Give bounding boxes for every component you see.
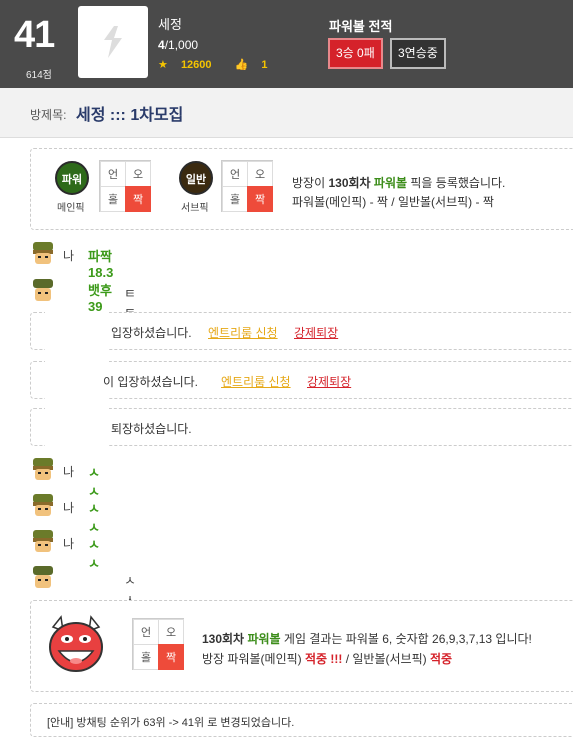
soldier-face-icon xyxy=(33,242,53,264)
rank-change-info: [안내] 방채팅 순위가 63위 -> 41위 로 변경되었습니다. xyxy=(30,703,573,737)
pick-message: 방장이 130회차 파워볼 픽을 등록했습니다. 파워볼(메인픽) - 짝 / … xyxy=(292,176,506,209)
room-title-bar: 방제목: 세정 ::: 1차모집 xyxy=(0,88,573,138)
user-name: 세정 xyxy=(158,17,182,32)
record-streak-badge: 3연승중 xyxy=(390,38,446,69)
rank-points: 614점 xyxy=(26,70,52,81)
main-pick-grid: 언오 홀짝 xyxy=(99,160,151,212)
sub-pick-grid: 언오 홀짝 xyxy=(221,160,273,212)
user-stats: ★ 12600 👍 1 xyxy=(158,58,287,71)
powerball-ball-icon: 파워볼 xyxy=(55,161,89,220)
notice-leave: 퇴장하셨습니다. xyxy=(30,407,573,449)
soldier-face-icon xyxy=(33,566,53,588)
result-message: 130회차 파워볼 게임 결과는 파워볼 6, 숫자합 26,9,3,7,13 … xyxy=(202,632,532,666)
thumbs-up-icon: 👍 xyxy=(234,59,249,71)
coin-icon: ★ xyxy=(158,59,168,71)
soldier-face-icon xyxy=(33,279,53,301)
kick-link[interactable]: 강제퇴장 xyxy=(294,324,338,341)
entry-room-link[interactable]: 엔트리룸 신청 xyxy=(208,324,278,341)
record-result-badge: 3승 0패 xyxy=(328,38,383,69)
devil-mascot-icon xyxy=(49,615,103,672)
entry-room-link[interactable]: 엔트리룸 신청 xyxy=(221,373,291,390)
soldier-face-icon xyxy=(33,494,53,516)
main-pick-caption: 메인픽 xyxy=(57,203,85,214)
user-count: 4/1,000 xyxy=(158,38,199,52)
game-result: 언오 홀짝 130회차 파워볼 게임 결과는 파워볼 6, 숫자합 26,9,3… xyxy=(30,600,573,692)
avatar[interactable] xyxy=(78,6,148,78)
avatar-placeholder-icon xyxy=(104,26,122,58)
room-title-label: 방제목: xyxy=(30,108,67,122)
normalball-ball-icon: 일반볼 xyxy=(179,161,213,220)
room-title: 세정 ::: 1차모집 xyxy=(76,107,184,124)
like-stat: 👍 1 xyxy=(234,59,268,71)
sub-pick-caption: 서브픽 xyxy=(181,203,209,214)
soldier-face-icon xyxy=(33,530,53,552)
notice-enter: 이 입장하셨습니다. 엔트리룸 신청 강제퇴장 xyxy=(30,360,573,402)
pick-announcement: 파워볼 메인픽 언오 홀짝 일반볼 서브픽 언오 홀짝 방장이 130회차 파워… xyxy=(30,148,573,230)
rank-number: 41 xyxy=(14,14,55,56)
notice-enter: 입장하셨습니다. 엔트리룸 신청 강제퇴장 xyxy=(30,311,573,353)
kick-link[interactable]: 강제퇴장 xyxy=(307,373,351,390)
result-grid: 언오 홀짝 xyxy=(132,618,184,670)
record-title: 파워볼 전적 xyxy=(329,19,393,34)
soldier-face-icon xyxy=(33,458,53,480)
profile-header: 41 614점 세정 4/1,000 ★ 12600 👍 1 파워볼 전적 3승… xyxy=(0,0,573,88)
coin-stat: ★ 12600 xyxy=(158,59,212,71)
